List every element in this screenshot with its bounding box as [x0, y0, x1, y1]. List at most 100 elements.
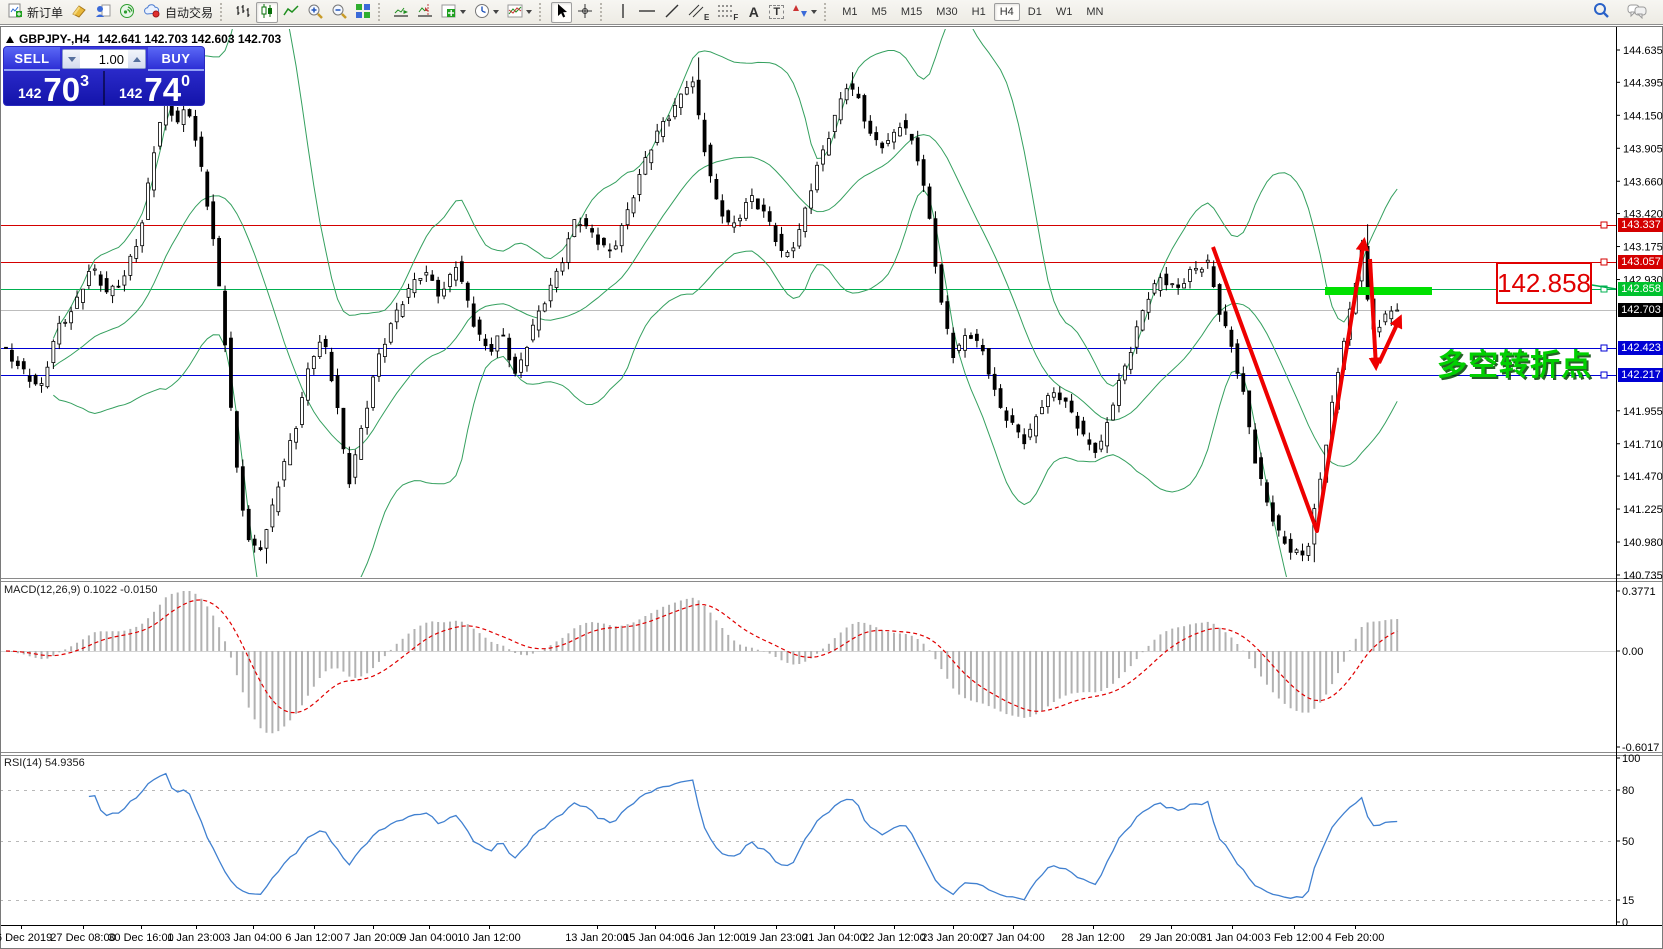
search-icon — [1593, 2, 1610, 22]
auto-scroll-icon — [393, 3, 409, 22]
tab-timeframe-m15[interactable]: M15 — [895, 3, 928, 21]
buy-price-big: 74 — [144, 75, 181, 105]
trendline-icon — [664, 3, 680, 22]
green-resistance-bar[interactable] — [1325, 287, 1432, 295]
tab-timeframe-m1[interactable]: M1 — [836, 3, 863, 21]
rsi-tick-label: 0 — [1622, 917, 1628, 929]
volume-increase-button[interactable] — [128, 50, 145, 68]
rsi-tick-label: 15 — [1622, 895, 1634, 907]
time-tick-label: 21 Jan 04:00 — [802, 932, 866, 944]
sell-button[interactable]: SELL — [4, 47, 60, 71]
sell-price-prefix: 142 — [18, 85, 41, 101]
chart-canvas[interactable]: 144.635144.395144.150143.905143.660143.4… — [0, 0, 1663, 949]
text-label-tool-button[interactable]: T — [766, 2, 787, 23]
auto-trading-label: 自动交易 — [165, 4, 213, 21]
signals-button[interactable] — [116, 2, 138, 23]
vertical-line-tool-button[interactable] — [612, 2, 633, 23]
sell-price[interactable]: 142 70 3 — [4, 71, 103, 106]
collapse-arrow-icon[interactable] — [6, 36, 14, 43]
time-tick-label: 16 Jan 12:00 — [682, 932, 746, 944]
volume-input[interactable] — [80, 50, 128, 68]
price-tick-label: 143.660 — [1623, 176, 1663, 188]
search-button[interactable] — [1590, 2, 1613, 23]
chart-shift-icon — [417, 3, 433, 22]
turning-point-annotation[interactable]: 多空转折点 — [1437, 340, 1592, 384]
market-watch-button[interactable] — [68, 2, 90, 23]
volume-decrease-button[interactable] — [63, 50, 80, 68]
zoom-in-button[interactable] — [304, 2, 326, 23]
cursor-arrow-icon — [555, 3, 569, 22]
main-toolbar: 新订单 自动交易 — [0, 0, 1663, 25]
chevron-down-icon — [68, 57, 76, 62]
candlestick-chart-button[interactable] — [256, 2, 278, 23]
sell-price-big: 70 — [43, 75, 80, 105]
new-order-icon — [8, 3, 23, 21]
cursor-button[interactable] — [551, 2, 572, 23]
time-tick-label: 31 Jan 04:00 — [1200, 932, 1264, 944]
time-tick-label: 4 Feb 20:00 — [1326, 932, 1385, 944]
hline-handle[interactable] — [1601, 372, 1607, 378]
trendline-tool-button[interactable] — [661, 2, 683, 23]
new-order-button[interactable]: 新订单 — [5, 2, 66, 23]
dropdown-caret-icon — [460, 10, 466, 14]
chart-title: GBPJPY-,H4 142.641 142.703 142.603 142.7… — [6, 32, 281, 46]
rsi-tick-label: 50 — [1622, 836, 1634, 848]
arrows-tool-button[interactable] — [789, 2, 820, 23]
templates-button[interactable] — [504, 2, 535, 23]
text-tool-icon: A — [749, 4, 759, 20]
time-tick-label: 6 Jan 12:00 — [285, 932, 343, 944]
tab-timeframe-d1[interactable]: D1 — [1022, 3, 1048, 21]
auto-scroll-button[interactable] — [390, 2, 412, 23]
price-badge-142.858: 142.858 — [1618, 282, 1663, 296]
vertical-line-icon — [618, 3, 628, 22]
line-chart-button[interactable] — [280, 2, 302, 23]
time-tick-label: 7 Jan 20:00 — [344, 932, 402, 944]
strategy-tester-button[interactable] — [92, 2, 114, 23]
chart-template-icon — [507, 3, 523, 22]
sell-price-sup: 3 — [80, 73, 89, 91]
zoom-out-icon — [331, 3, 347, 22]
time-tick-label: 29 Jan 20:00 — [1139, 932, 1203, 944]
tab-timeframe-w1[interactable]: W1 — [1050, 3, 1079, 21]
tab-timeframe-m30[interactable]: M30 — [930, 3, 963, 21]
hline-handle[interactable] — [1601, 222, 1607, 228]
text-tool-button[interactable]: A — [743, 2, 764, 23]
equidistant-channel-icon — [688, 4, 704, 21]
bar-chart-button[interactable] — [232, 2, 254, 23]
time-tick-label: 9 Jan 04:00 — [400, 932, 458, 944]
time-tick-label: 10 Jan 12:00 — [457, 932, 521, 944]
signals-icon — [119, 3, 135, 22]
crosshair-icon — [577, 3, 593, 22]
crosshair-button[interactable] — [574, 2, 596, 23]
tab-timeframe-m5[interactable]: M5 — [866, 3, 893, 21]
book-icon — [71, 3, 87, 22]
price-tick-label: 141.470 — [1623, 471, 1663, 483]
chart-shift-button[interactable] — [414, 2, 436, 23]
channel-tool-button[interactable]: E — [685, 2, 712, 23]
hline-handle[interactable] — [1601, 345, 1607, 351]
time-tick-label: 30 Dec 16:00 — [108, 932, 173, 944]
zoom-in-icon — [307, 3, 323, 22]
price-tick-label: 143.175 — [1623, 242, 1663, 254]
auto-trading-button[interactable]: 自动交易 — [140, 2, 216, 23]
buy-price[interactable]: 142 74 0 — [103, 71, 204, 106]
chat-button[interactable] — [1624, 2, 1650, 23]
clock-icon — [474, 3, 490, 22]
time-tick-label: 1 Jan 23:00 — [167, 932, 225, 944]
tab-timeframe-h1[interactable]: H1 — [966, 3, 992, 21]
add-indicator-icon — [441, 3, 457, 22]
buy-button[interactable]: BUY — [148, 47, 204, 71]
horizontal-line-tool-button[interactable] — [635, 2, 659, 23]
tab-timeframe-mn[interactable]: MN — [1080, 3, 1109, 21]
zoom-out-button[interactable] — [328, 2, 350, 23]
buy-price-sup: 0 — [181, 73, 190, 91]
fibonacci-tool-button[interactable]: F — [714, 2, 741, 23]
hline-handle[interactable] — [1601, 259, 1607, 265]
indicators-button[interactable] — [438, 2, 469, 23]
tile-windows-button[interactable] — [352, 2, 374, 23]
tab-timeframe-h4[interactable]: H4 — [994, 3, 1020, 21]
periods-button[interactable] — [471, 2, 502, 23]
tile-windows-icon — [355, 3, 371, 22]
price-annotation-box[interactable]: 142.858 — [1496, 262, 1592, 304]
price-tick-label: 140.735 — [1623, 570, 1663, 582]
